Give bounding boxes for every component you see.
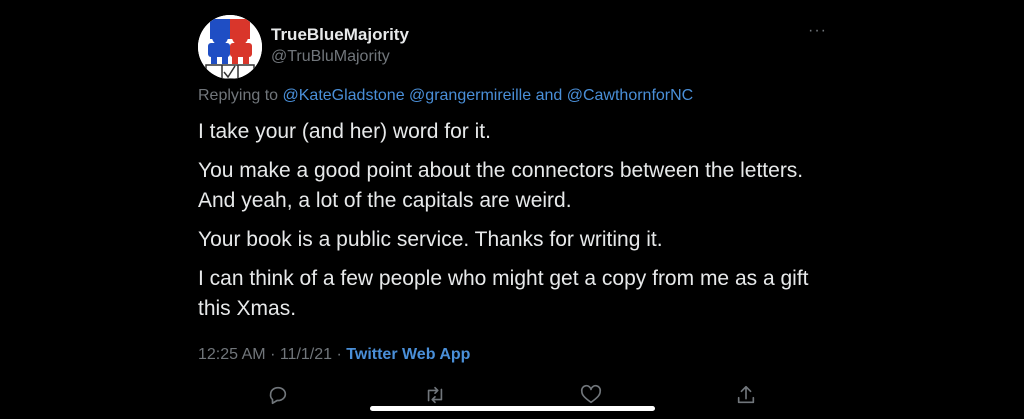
share-icon[interactable] [735,384,757,406]
replying-and-word: and [535,87,563,104]
mention-link[interactable]: @KateGladstone [283,87,405,104]
reply-icon[interactable] [267,384,289,406]
tweet-body: I take your (and her) word for it. You m… [198,117,838,333]
separator: · [270,346,276,363]
avatar[interactable] [198,15,262,79]
home-indicator[interactable] [370,406,655,411]
replying-to-line: Replying to @KateGladstone @grangermirei… [198,87,693,105]
source-app-link[interactable]: Twitter Web App [346,346,470,363]
more-options-icon[interactable]: ··· [808,22,827,40]
tweet-paragraph: I can think of a few people who might ge… [198,267,809,320]
tweet-metadata: 12:25 AM · 11/1/21 · Twitter Web App [198,346,470,364]
separator: · [336,346,342,363]
tweet-time[interactable]: 12:25 AM [198,346,266,363]
tweet-paragraph: Your book is a public service. Thanks fo… [198,228,663,251]
mention-link[interactable]: @grangermireille [409,87,531,104]
retweet-icon[interactable] [424,384,446,406]
replying-prefix: Replying to [198,87,279,104]
user-handle[interactable]: @TruBluMajority [271,48,390,66]
like-icon[interactable] [580,384,602,406]
avatar-image [198,15,262,79]
mention-link[interactable]: @CawthornforNC [567,87,694,104]
display-name[interactable]: TrueBlueMajority [271,25,409,45]
tweet-date[interactable]: 11/1/21 [280,346,332,363]
tweet-paragraph: I take your (and her) word for it. [198,120,491,143]
tweet-paragraph: You make a good point about the connecto… [198,159,804,212]
